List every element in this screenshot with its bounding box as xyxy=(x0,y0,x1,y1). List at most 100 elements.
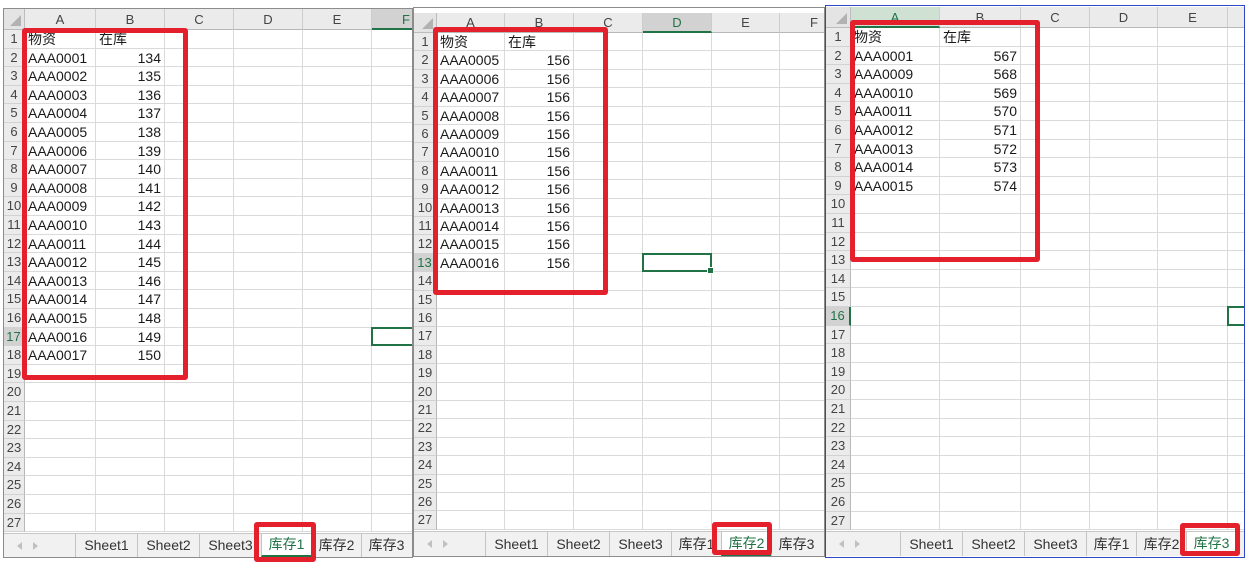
item-code-cell[interactable]: AAA0015 xyxy=(851,176,940,196)
cell[interactable] xyxy=(1090,158,1158,177)
cell[interactable] xyxy=(574,198,643,217)
item-code-cell[interactable]: AAA0007 xyxy=(437,88,505,107)
cell[interactable] xyxy=(780,437,825,457)
row-header[interactable]: 12 xyxy=(826,232,851,252)
column-header[interactable] xyxy=(1228,7,1245,28)
item-code-cell[interactable]: AAA0011 xyxy=(437,161,505,181)
cell[interactable] xyxy=(940,344,1021,363)
cell[interactable] xyxy=(234,364,303,384)
cell[interactable] xyxy=(1158,307,1228,326)
cell[interactable] xyxy=(234,104,303,123)
cell[interactable] xyxy=(25,495,96,514)
row-header[interactable]: 2 xyxy=(414,51,437,70)
row-header[interactable]: 4 xyxy=(4,85,25,105)
cell[interactable] xyxy=(574,474,643,493)
cell[interactable] xyxy=(940,511,1021,531)
cell[interactable] xyxy=(574,180,643,199)
row-header[interactable]: 16 xyxy=(826,307,851,326)
row-header[interactable]: 17 xyxy=(4,327,25,347)
sheet-tab[interactable]: Sheet1 xyxy=(900,532,962,556)
item-code-cell[interactable]: AAA0012 xyxy=(851,121,940,140)
cell[interactable] xyxy=(1228,83,1245,103)
cell[interactable] xyxy=(1228,195,1245,214)
sheet-tab[interactable]: 库存1 xyxy=(1086,532,1136,556)
cell[interactable] xyxy=(1158,65,1228,84)
cell[interactable] xyxy=(25,364,96,384)
column-header[interactable]: A xyxy=(851,7,940,28)
cell[interactable] xyxy=(303,160,372,179)
cell[interactable] xyxy=(165,253,234,272)
row-header[interactable]: 5 xyxy=(826,102,851,121)
cell[interactable] xyxy=(1090,195,1158,214)
stock-quantity-cell[interactable]: 156 xyxy=(505,143,574,162)
cell[interactable] xyxy=(1090,83,1158,103)
column-title-stock[interactable]: 在库 xyxy=(940,28,1021,47)
cell[interactable] xyxy=(437,327,505,346)
cell[interactable] xyxy=(234,495,303,514)
cell[interactable] xyxy=(851,455,940,475)
cell[interactable] xyxy=(712,235,780,254)
stock-quantity-cell[interactable]: 156 xyxy=(505,180,574,199)
cell[interactable] xyxy=(780,235,825,254)
cell[interactable] xyxy=(1158,269,1228,289)
select-all-button[interactable] xyxy=(4,9,25,30)
cell[interactable] xyxy=(372,160,413,179)
cell[interactable] xyxy=(1158,139,1228,159)
column-title-item[interactable]: 物资 xyxy=(851,28,940,47)
row-header[interactable]: 16 xyxy=(414,309,437,328)
cell[interactable] xyxy=(1158,344,1228,363)
cell[interactable] xyxy=(780,419,825,438)
selected-cell[interactable] xyxy=(642,252,714,275)
cell[interactable] xyxy=(574,493,643,512)
cell[interactable] xyxy=(1228,102,1245,121)
cell[interactable] xyxy=(505,290,574,309)
cell[interactable] xyxy=(1158,400,1228,419)
row-header[interactable]: 2 xyxy=(4,48,25,68)
cell[interactable] xyxy=(25,402,96,421)
cell[interactable] xyxy=(712,33,780,52)
row-header[interactable]: 3 xyxy=(4,67,25,86)
cell[interactable] xyxy=(505,272,574,291)
row-header[interactable]: 11 xyxy=(414,217,437,236)
cell[interactable] xyxy=(851,400,940,419)
cell[interactable] xyxy=(96,364,165,384)
item-code-cell[interactable]: AAA0009 xyxy=(25,197,96,216)
cell[interactable] xyxy=(372,420,413,440)
cell[interactable] xyxy=(234,216,303,235)
cell[interactable] xyxy=(505,364,574,383)
cell[interactable] xyxy=(1228,325,1245,345)
sheet-tab[interactable]: Sheet2 xyxy=(962,532,1024,556)
column-header[interactable]: D xyxy=(643,13,712,33)
item-code-cell[interactable]: AAA0003 xyxy=(25,85,96,105)
row-header[interactable]: 7 xyxy=(414,143,437,162)
cell[interactable] xyxy=(303,141,372,161)
column-header[interactable]: E xyxy=(712,13,780,33)
row-header[interactable]: 20 xyxy=(826,381,851,400)
sheet-tab-active[interactable]: 库存1 xyxy=(261,534,311,557)
row-header[interactable]: 23 xyxy=(826,437,851,456)
row-header[interactable]: 12 xyxy=(4,234,25,254)
cell[interactable] xyxy=(1158,288,1228,307)
cell[interactable] xyxy=(234,383,303,402)
row-header[interactable]: 7 xyxy=(4,141,25,161)
cell[interactable] xyxy=(372,457,413,477)
cell[interactable] xyxy=(1090,493,1158,512)
cell[interactable] xyxy=(372,85,413,105)
cell[interactable] xyxy=(234,123,303,142)
cell[interactable] xyxy=(1021,381,1090,400)
cell[interactable] xyxy=(372,234,413,254)
cell[interactable] xyxy=(372,104,413,123)
cell[interactable] xyxy=(1228,288,1245,307)
cell[interactable] xyxy=(1158,418,1228,438)
cell[interactable] xyxy=(1090,455,1158,475)
stock-quantity-cell[interactable]: 156 xyxy=(505,198,574,217)
cell[interactable] xyxy=(780,253,825,273)
cell[interactable] xyxy=(574,327,643,346)
cell[interactable] xyxy=(712,437,780,457)
cell[interactable] xyxy=(1090,325,1158,345)
cell[interactable] xyxy=(1021,102,1090,121)
stock-quantity-cell[interactable]: 156 xyxy=(505,106,574,125)
cell[interactable] xyxy=(780,456,825,475)
cell[interactable] xyxy=(1090,65,1158,84)
cell[interactable] xyxy=(574,161,643,181)
